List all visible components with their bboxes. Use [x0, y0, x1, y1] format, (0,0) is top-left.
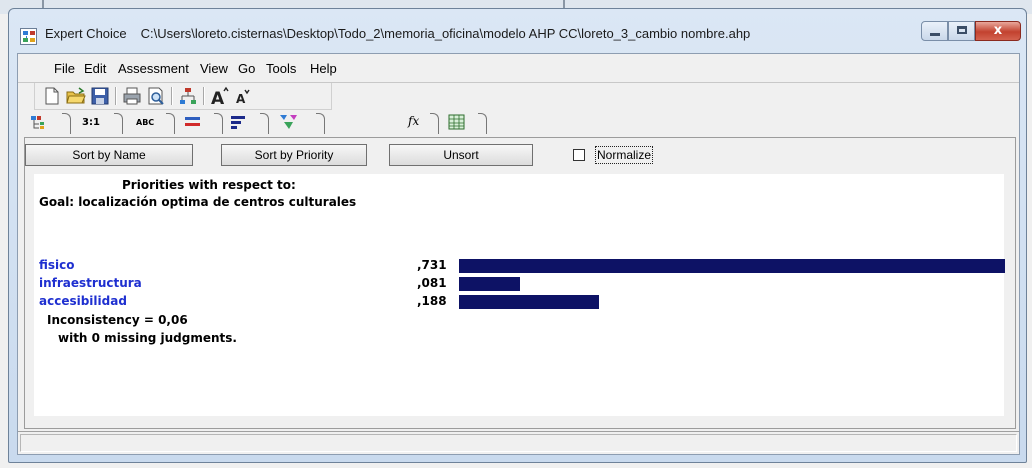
tab-edge [316, 113, 325, 134]
sort-button-row: Sort by Name Sort by Priority Unsort Nor… [25, 138, 1015, 166]
priority-value: ,188 [417, 294, 447, 308]
tab-label: 3:1 [82, 117, 100, 128]
svg-text:A: A [211, 89, 225, 107]
print-preview-icon[interactable] [145, 85, 167, 107]
open-folder-icon[interactable] [65, 85, 87, 107]
inconsistency-label: Inconsistency = 0,06 [47, 313, 188, 327]
app-icon[interactable] [20, 28, 37, 45]
menu-tools[interactable]: Tools [264, 61, 298, 76]
menu-assessment[interactable]: Assessment [116, 61, 191, 76]
svg-text:A: A [236, 92, 246, 106]
priority-bar [459, 259, 1005, 273]
priority-value: ,731 [417, 258, 447, 272]
tab-sensitivity[interactable] [278, 113, 325, 134]
status-panel [20, 434, 1017, 452]
font-increase-icon[interactable]: A [209, 85, 231, 109]
window-title: Expert Choice C:\Users\loreto.cisternas\D… [45, 26, 750, 41]
toolbar: A A [34, 83, 332, 110]
maximize-button[interactable] [948, 21, 975, 41]
criterion-name[interactable]: infraestructura [39, 276, 142, 290]
criterion-name[interactable]: accesibilidad [39, 294, 127, 308]
tab-edge [214, 113, 223, 134]
unsort-button[interactable]: Unsort [389, 144, 533, 166]
minimize-icon [930, 33, 940, 36]
bar-chart-icon [231, 116, 245, 129]
normalize-checkbox[interactable] [573, 149, 585, 161]
funnel-icon [280, 115, 297, 129]
file-path: C:\Users\loreto.cisternas\Desktop\Todo_2… [140, 26, 751, 41]
tab-priorities[interactable] [228, 113, 269, 134]
close-button[interactable]: x [975, 21, 1021, 41]
tab-pairwise-numeric[interactable]: 3:1 [74, 113, 123, 134]
spreadsheet-icon [448, 114, 465, 130]
formula-icon: fx [408, 114, 420, 128]
title-bar[interactable]: Expert Choice C:\Users\loreto.cisternas\D… [9, 9, 1026, 53]
priority-bar [459, 295, 599, 309]
new-file-icon[interactable] [41, 85, 63, 107]
menu-go[interactable]: Go [236, 61, 257, 76]
priority-value: ,081 [417, 276, 447, 290]
print-icon[interactable] [121, 85, 143, 107]
tab-edge [430, 113, 439, 134]
menu-view[interactable]: View [198, 61, 230, 76]
view-tabs: 3:1 ABC fx [18, 111, 1019, 135]
tab-edge [260, 113, 269, 134]
tab-edge [166, 113, 175, 134]
menu-bar: File Edit Assessment View Go Tools Help [18, 54, 1019, 83]
toolbar-separator [171, 87, 173, 105]
tab-formula[interactable]: fx [398, 113, 439, 134]
criterion-name[interactable]: fisico [39, 258, 75, 272]
client-area: File Edit Assessment View Go Tools Help [17, 53, 1020, 455]
save-icon[interactable] [89, 85, 111, 107]
app-name: Expert Choice [45, 26, 127, 41]
expert-choice-window: Expert Choice C:\Users\loreto.cisternas\D… [8, 8, 1027, 463]
tab-graphic[interactable] [182, 113, 223, 134]
graphic-icon [185, 117, 200, 126]
priority-bar [459, 277, 520, 291]
results-area: Priorities with respect to: Goal: locali… [34, 174, 1005, 416]
tab-edge [478, 113, 487, 134]
missing-judgments-label: with 0 missing judgments. [58, 331, 237, 345]
tab-data-grid[interactable] [446, 113, 487, 134]
tab-pairwise-verbal[interactable]: ABC [128, 113, 175, 134]
tab-edge [62, 113, 71, 134]
goal-label: Goal: localización optima de centros cul… [39, 195, 357, 209]
font-decrease-icon[interactable]: A [233, 85, 255, 107]
minimize-button[interactable] [921, 21, 948, 41]
priorities-heading: Priorities with respect to: [122, 178, 296, 192]
sort-by-name-button[interactable]: Sort by Name [25, 144, 193, 166]
close-icon: x [993, 23, 1003, 38]
tree-view-icon [31, 116, 44, 129]
menu-file[interactable]: File [52, 61, 77, 76]
tab-label: ABC [136, 118, 155, 127]
maximize-icon [957, 26, 967, 34]
status-bar [18, 431, 1019, 454]
menu-help[interactable]: Help [308, 61, 339, 76]
tab-tree-view[interactable] [30, 113, 71, 134]
toolbar-separator [203, 87, 205, 105]
tab-edge [114, 113, 123, 134]
menu-edit[interactable]: Edit [82, 61, 108, 76]
normalize-label[interactable]: Normalize [595, 146, 654, 164]
sort-by-priority-button[interactable]: Sort by Priority [221, 144, 367, 166]
tree-icon[interactable] [177, 85, 199, 107]
toolbar-separator [115, 87, 117, 105]
window-controls: x [921, 21, 1021, 43]
priorities-panel: Sort by Name Sort by Priority Unsort Nor… [24, 137, 1016, 429]
